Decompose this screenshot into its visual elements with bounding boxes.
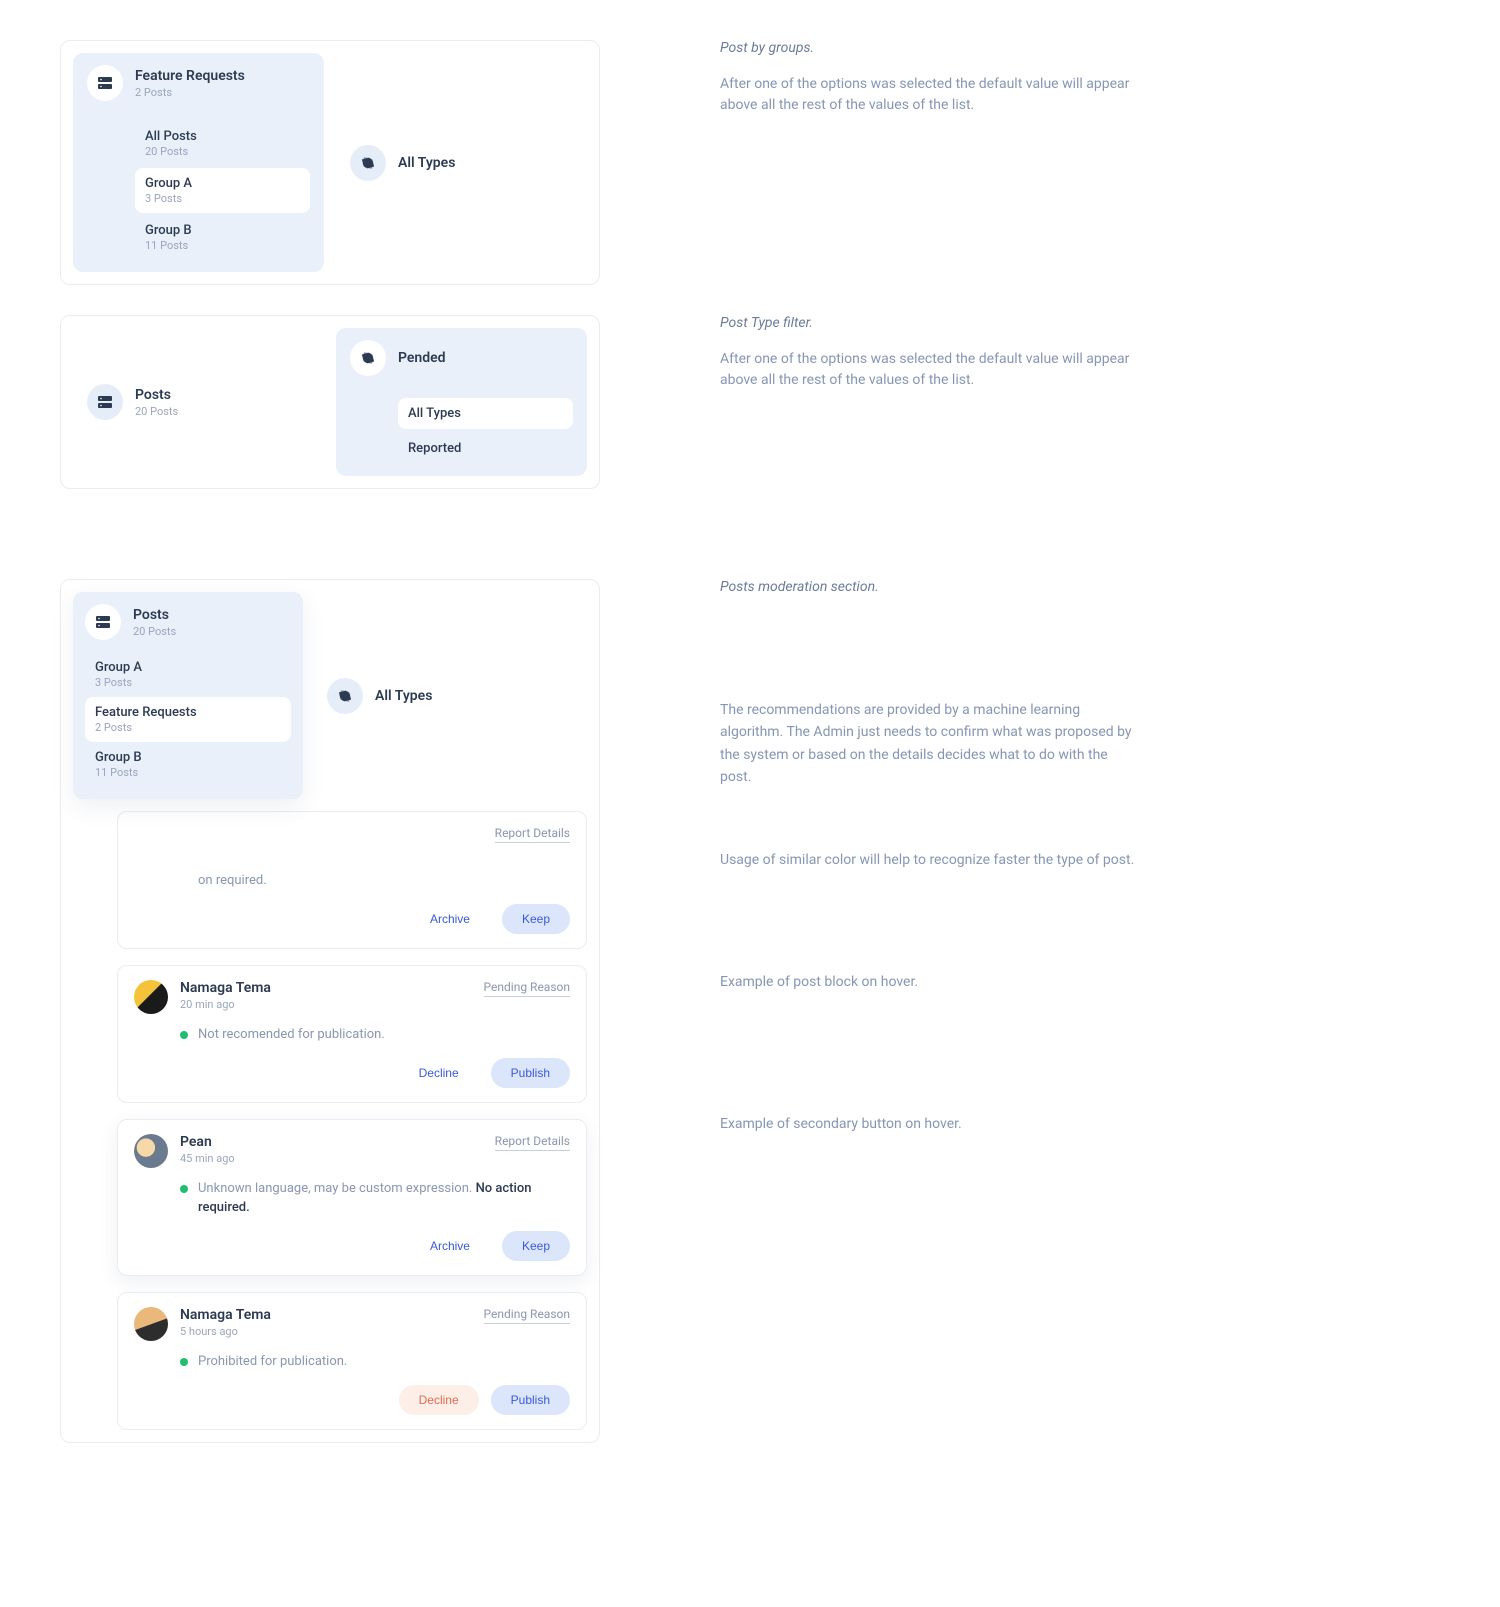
section-desc: The recommendations are provided by a ma…: [720, 699, 1140, 789]
post-time: 5 hours ago: [180, 1325, 271, 1338]
post-time: 20 min ago: [180, 998, 271, 1011]
group-option[interactable]: Feature Requests 2 Posts: [85, 697, 291, 742]
note-button: Example of secondary button on hover.: [720, 1113, 1140, 1135]
pending-reason-link[interactable]: Pending Reason: [484, 1307, 570, 1324]
types-icon: [350, 340, 386, 376]
group-filter-title: Posts: [133, 607, 176, 623]
status-dot-icon: [180, 1031, 188, 1039]
types-icon: [350, 145, 386, 181]
post-message: on required.: [198, 872, 267, 890]
post-block: x x Report Details on required. Archive …: [117, 811, 587, 949]
type-option[interactable]: Reported: [398, 433, 573, 464]
section-title: Post Type filter.: [720, 315, 1140, 331]
server-icon: [87, 65, 123, 101]
group-option[interactable]: Group B 11 Posts: [85, 742, 291, 787]
post-time: 45 min ago: [180, 1152, 235, 1165]
decline-button[interactable]: Decline: [399, 1058, 479, 1088]
post-block: Pean 45 min ago Report Details Unknown l…: [117, 1119, 587, 1275]
type-option[interactable]: All Types: [398, 398, 573, 429]
group-option[interactable]: Group A 3 Posts: [135, 168, 310, 213]
post-author: Namaga Tema: [180, 980, 271, 996]
type-filter-title: All Types: [398, 155, 455, 171]
moderation-card: Posts 20 Posts Group A 3 Posts Feature R…: [60, 579, 600, 1443]
avatar: [134, 1134, 168, 1168]
post-message: Prohibited for publication.: [198, 1353, 347, 1371]
filter-card-types: Posts 20 Posts Pended All Types: [60, 315, 600, 489]
group-filter-sub: 20 Posts: [135, 405, 178, 418]
keep-button[interactable]: Keep: [502, 1231, 570, 1261]
server-icon: [85, 604, 121, 640]
group-option[interactable]: Group A 3 Posts: [85, 652, 291, 697]
section-title: Post by groups.: [720, 40, 1140, 56]
post-author: Namaga Tema: [180, 1307, 271, 1323]
types-icon: [327, 678, 363, 714]
server-icon: [87, 384, 123, 420]
type-filter[interactable]: Pended All Types Reported: [336, 328, 587, 476]
type-filter[interactable]: All Types: [315, 592, 587, 799]
post-author: Pean: [180, 1134, 235, 1150]
archive-button[interactable]: Archive: [410, 1231, 490, 1261]
status-dot-icon: [180, 1185, 188, 1193]
status-dot-icon: [180, 1358, 188, 1366]
group-filter-title: Feature Requests: [135, 68, 245, 84]
report-details-link[interactable]: Report Details: [495, 826, 570, 843]
filter-card-groups: Feature Requests 2 Posts All Posts 20 Po…: [60, 40, 600, 285]
group-filter-sub: 2 Posts: [135, 86, 245, 99]
section-desc: After one of the options was selected th…: [720, 74, 1140, 116]
note-color: Usage of similar color will help to reco…: [720, 849, 1140, 871]
section-title: Posts moderation section.: [720, 579, 1140, 595]
post-block: Namaga Tema 5 hours ago Pending Reason P…: [117, 1292, 587, 1430]
decline-button[interactable]: Decline: [399, 1385, 479, 1415]
group-option[interactable]: All Posts 20 Posts: [135, 121, 310, 166]
note-hover: Example of post block on hover.: [720, 971, 1140, 993]
keep-button[interactable]: Keep: [502, 904, 570, 934]
group-option[interactable]: Group B 11 Posts: [135, 215, 310, 260]
avatar: [134, 980, 168, 1014]
report-details-link[interactable]: Report Details: [495, 1134, 570, 1151]
publish-button[interactable]: Publish: [491, 1058, 570, 1088]
group-filter[interactable]: Feature Requests 2 Posts All Posts 20 Po…: [73, 53, 324, 272]
archive-button[interactable]: Archive: [410, 904, 490, 934]
type-filter-title: Pended: [398, 350, 446, 366]
post-message: Not recomended for publication.: [198, 1026, 385, 1044]
post-message: Unknown language, may be custom expressi…: [198, 1180, 570, 1216]
section-desc: After one of the options was selected th…: [720, 349, 1140, 391]
type-filter[interactable]: All Types: [336, 53, 587, 272]
group-filter[interactable]: Posts 20 Posts Group A 3 Posts Feature R…: [73, 592, 303, 799]
group-filter[interactable]: Posts 20 Posts: [73, 328, 324, 476]
avatar: [134, 1307, 168, 1341]
type-filter-title: All Types: [375, 688, 432, 704]
group-filter-title: Posts: [135, 387, 178, 403]
group-filter-sub: 20 Posts: [133, 625, 176, 638]
post-block: Namaga Tema 20 min ago Pending Reason No…: [117, 965, 587, 1103]
pending-reason-link[interactable]: Pending Reason: [484, 980, 570, 997]
publish-button[interactable]: Publish: [491, 1385, 570, 1415]
